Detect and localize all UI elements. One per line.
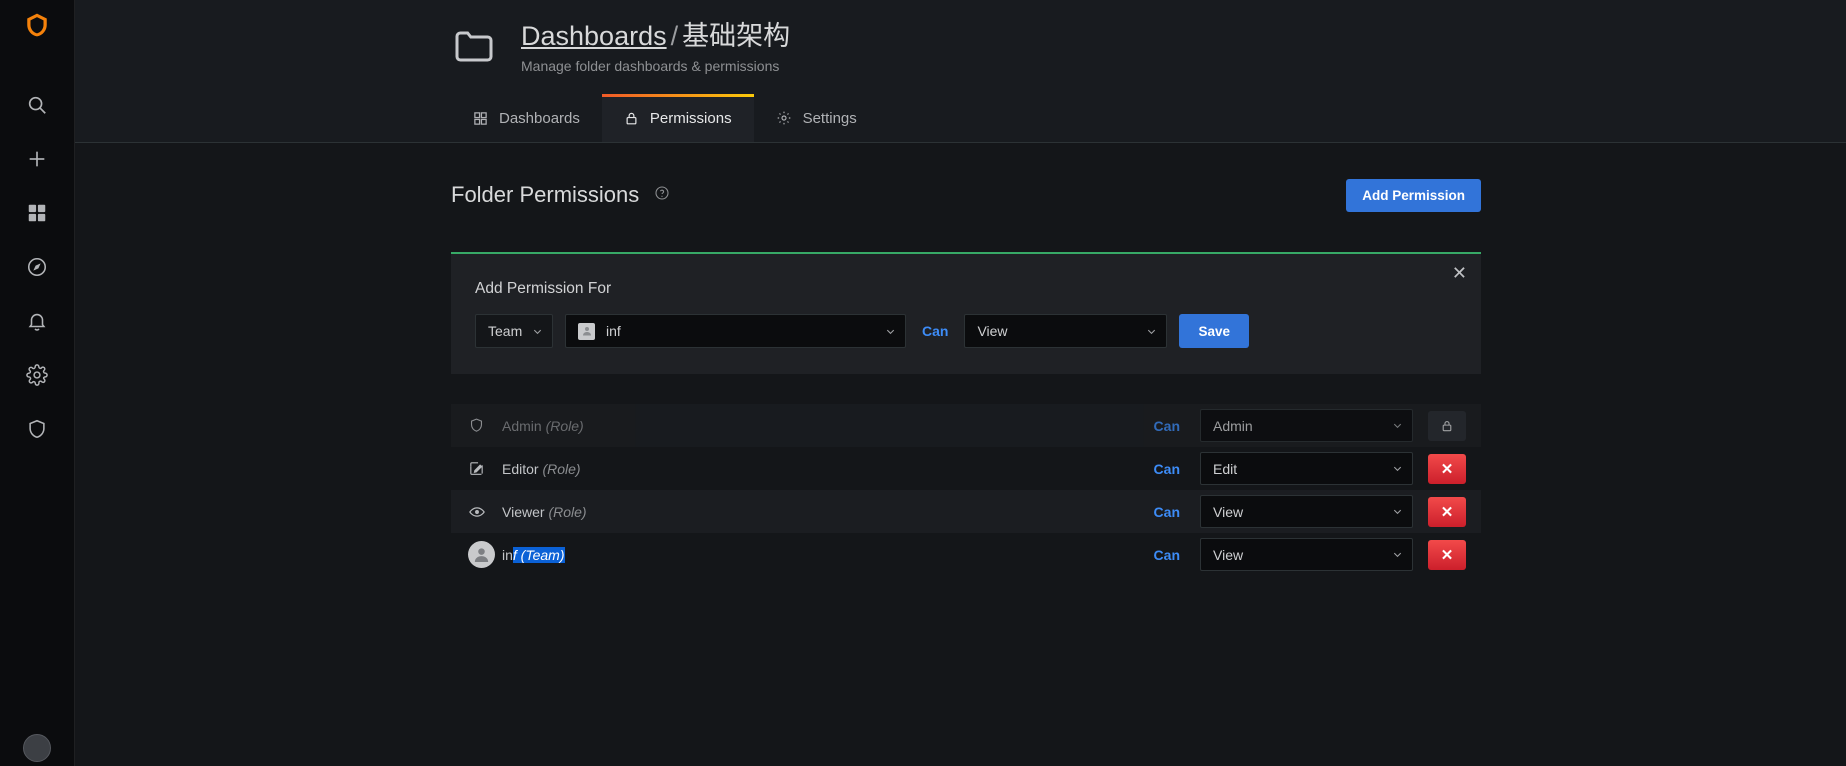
row-permission-select[interactable]: View xyxy=(1200,538,1413,572)
close-icon[interactable]: ✕ xyxy=(1452,264,1467,282)
remove-permission-button[interactable]: ✕ xyxy=(1428,453,1466,484)
can-label: Can xyxy=(1153,503,1180,520)
sidebar-item-create[interactable] xyxy=(10,132,64,186)
add-permission-button[interactable]: Add Permission xyxy=(1346,178,1481,212)
eye-icon xyxy=(468,503,502,521)
sidebar-profile[interactable] xyxy=(0,734,74,762)
page-header-region: Dashboards / 基础架构 Manage folder dashboards… xyxy=(75,0,1846,144)
table-row: Admin (Role) Can Admin xyxy=(451,404,1481,448)
tab-bar: Dashboards Permissions Settings xyxy=(75,94,1846,143)
chevron-down-icon xyxy=(1136,326,1157,337)
row-permission-value: Edit xyxy=(1213,460,1238,477)
permission-target-value: inf xyxy=(606,323,621,340)
user-avatar-icon xyxy=(468,541,495,569)
table-row: inf (Team) Can View ✕ xyxy=(451,533,1481,576)
locked-permission-button xyxy=(1428,410,1466,441)
sidebar-item-search[interactable] xyxy=(10,78,64,132)
row-permission-value: View xyxy=(1213,503,1244,520)
user-avatar-icon xyxy=(578,322,595,340)
add-permission-panel: ✕ Add Permission For Team inf Can View S… xyxy=(451,252,1481,375)
page-title: Folder Permissions xyxy=(451,182,640,208)
permission-type-select[interactable]: Team xyxy=(475,314,553,349)
permission-subject: Admin (Role) xyxy=(502,417,584,434)
chevron-down-icon xyxy=(1392,420,1403,431)
subject-name-selected: f (Team) xyxy=(512,546,565,563)
permission-level-value: View xyxy=(977,323,1008,340)
tab-dashboards-label: Dashboards xyxy=(499,109,580,127)
apps-grid-icon xyxy=(473,111,488,126)
page-subtitle: Manage folder dashboards & permissions xyxy=(521,58,780,75)
can-label: Can xyxy=(1153,417,1180,434)
grafana-logo-icon[interactable] xyxy=(18,6,56,44)
breadcrumb: Dashboards / 基础架构 xyxy=(521,20,790,52)
row-permission-select[interactable]: Admin xyxy=(1200,409,1413,443)
user-avatar-icon[interactable] xyxy=(23,734,51,762)
sidebar-item-configuration[interactable] xyxy=(10,348,64,402)
page-header: Dashboards / 基础架构 Manage folder dashboards… xyxy=(75,0,1846,74)
can-label: Can xyxy=(922,323,949,340)
tab-dashboards[interactable]: Dashboards xyxy=(451,94,602,142)
cog-icon xyxy=(776,110,792,126)
permission-type-value: Team xyxy=(488,323,523,340)
add-permission-form: Team inf Can View Save xyxy=(475,314,1459,349)
sidebar-item-alerting[interactable] xyxy=(10,294,64,348)
pencil-square-icon xyxy=(468,460,502,477)
row-permission-value: Admin xyxy=(1213,417,1253,434)
remove-permission-button[interactable]: ✕ xyxy=(1428,539,1466,570)
save-button[interactable]: Save xyxy=(1179,314,1249,349)
can-label: Can xyxy=(1153,546,1180,563)
row-permission-select[interactable]: Edit xyxy=(1200,452,1413,486)
sidebar-item-server-admin[interactable] xyxy=(10,402,64,456)
app-root: Dashboards / 基础架构 Manage folder dashboards… xyxy=(0,0,1846,766)
breadcrumb-root-link[interactable]: Dashboards xyxy=(521,21,667,51)
breadcrumb-current: 基础架构 xyxy=(682,21,791,51)
row-permission-select[interactable]: View xyxy=(1200,495,1413,529)
permission-level-select[interactable]: View xyxy=(964,314,1168,349)
subject-name-prefix: in xyxy=(502,546,513,563)
tab-settings-label: Settings xyxy=(802,109,857,127)
permission-subject: inf (Team) xyxy=(502,546,565,563)
chevron-down-icon xyxy=(1392,463,1403,474)
tab-settings[interactable]: Settings xyxy=(754,94,879,142)
question-circle-icon[interactable] xyxy=(654,185,670,206)
row-permission-value: View xyxy=(1213,546,1244,563)
chevron-down-icon xyxy=(1392,506,1403,517)
remove-permission-button[interactable]: ✕ xyxy=(1428,496,1466,527)
add-permission-panel-title: Add Permission For xyxy=(475,280,612,298)
chevron-down-icon xyxy=(1392,549,1403,560)
lock-icon xyxy=(624,111,639,126)
page-titles: Dashboards / 基础架构 Manage folder dashboards… xyxy=(521,18,790,74)
chevron-down-icon xyxy=(875,326,896,337)
table-row: Viewer (Role) Can View ✕ xyxy=(451,490,1481,534)
tab-permissions[interactable]: Permissions xyxy=(601,94,754,143)
permission-subject: Editor (Role) xyxy=(502,460,581,477)
sidebar xyxy=(0,0,75,766)
permissions-list: Admin (Role) Can Admin Editor (Role) Can… xyxy=(451,404,1481,576)
table-row: Editor (Role) Can Edit ✕ xyxy=(451,447,1481,490)
sidebar-item-explore[interactable] xyxy=(10,240,64,294)
tab-permissions-label: Permissions xyxy=(649,109,732,127)
sidebar-item-dashboards[interactable] xyxy=(10,186,64,240)
permission-subject: Viewer (Role) xyxy=(502,503,587,520)
main-area: Dashboards / 基础架构 Manage folder dashboards… xyxy=(75,0,1846,766)
folder-icon xyxy=(451,22,499,70)
content-area: Folder Permissions Add Permission ✕ Add … xyxy=(75,143,1846,766)
section-header: Folder Permissions Add Permission xyxy=(451,175,1481,215)
chevron-down-icon xyxy=(522,326,543,337)
shield-icon xyxy=(468,417,502,434)
can-label: Can xyxy=(1153,460,1180,477)
permission-target-select[interactable]: inf xyxy=(565,314,906,349)
breadcrumb-separator: / xyxy=(670,21,679,51)
